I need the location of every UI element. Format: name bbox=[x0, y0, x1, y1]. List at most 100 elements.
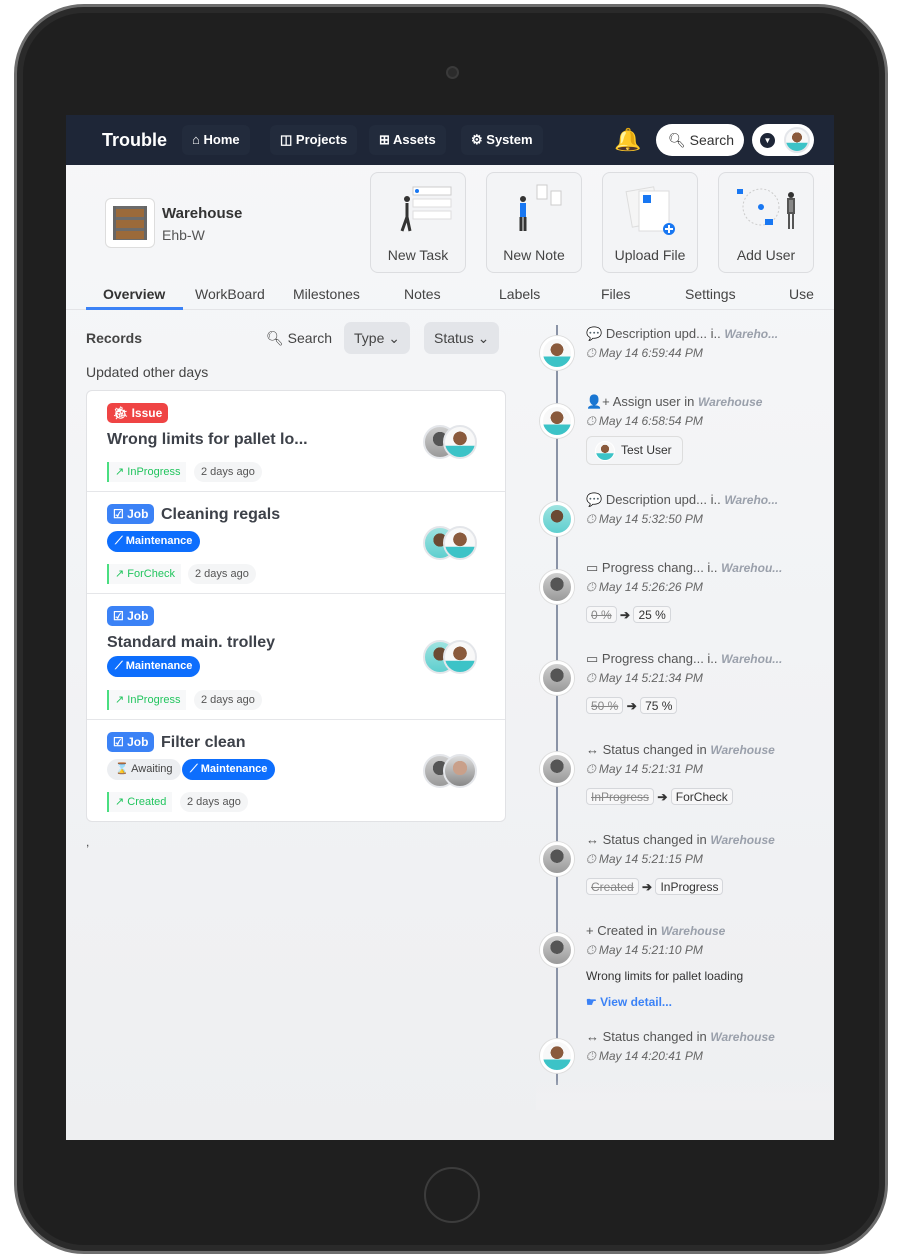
bell-icon[interactable]: 🔔 bbox=[614, 127, 641, 153]
avatar bbox=[443, 526, 477, 560]
tag-label: Maintenance bbox=[125, 535, 193, 547]
status-label: ForCheck bbox=[127, 568, 175, 580]
entry-project-link[interactable]: Wareho... bbox=[724, 493, 778, 507]
clock-icon: 🕓︎ bbox=[586, 671, 596, 685]
brand-logo[interactable]: Trouble bbox=[102, 130, 167, 151]
arrow-right-icon: ➔ bbox=[620, 608, 631, 622]
sitemap-icon: ⊞ bbox=[379, 132, 390, 147]
user-menu-button[interactable]: ▼ bbox=[752, 124, 814, 156]
nav-label: Projects bbox=[295, 132, 348, 147]
record-row[interactable]: ☑ Job Cleaning regals ⟋ Maintenance ↗ ForCh… bbox=[87, 492, 505, 594]
clock-icon: 🕓︎ bbox=[586, 852, 596, 866]
filter-label: Type bbox=[354, 330, 385, 346]
active-tab-indicator bbox=[86, 307, 183, 310]
record-title[interactable]: Standard main. trolley bbox=[107, 634, 275, 652]
upload-file-button[interactable]: Upload File bbox=[602, 172, 698, 273]
badge-label: Job bbox=[127, 507, 149, 521]
app-screen: Trouble ⌂ Home ◫ Projects ⊞ Assets ⚙ Sys… bbox=[66, 115, 834, 1140]
updated-time: 2 days ago bbox=[180, 792, 248, 812]
avatar bbox=[443, 640, 477, 674]
record-title[interactable]: Cleaning regals bbox=[161, 506, 280, 524]
avatar bbox=[540, 842, 574, 876]
tab-files[interactable]: Files bbox=[601, 286, 631, 302]
action-label: Upload File bbox=[614, 247, 686, 263]
record-title[interactable]: Wrong limits for pallet lo... bbox=[107, 431, 308, 449]
assignee-avatars bbox=[423, 425, 479, 459]
avatar bbox=[540, 1039, 574, 1073]
entry-title: 💬 Description upd... i.. Wareho... bbox=[586, 492, 778, 508]
entry-action: Created in bbox=[597, 923, 658, 938]
entry-time: 🕓︎ May 14 5:26:26 PM bbox=[586, 580, 703, 595]
bug-icon: 🐞︎ bbox=[113, 406, 129, 420]
record-row[interactable]: ☑ Job Standard main. trolley ⟋ Maintenance… bbox=[87, 594, 505, 720]
entry-action: Description upd... i.. bbox=[605, 492, 721, 507]
tab-notes[interactable]: Notes bbox=[404, 286, 441, 302]
add-user-button[interactable]: Add User bbox=[718, 172, 814, 273]
entry-project-link[interactable]: Warehouse bbox=[710, 1030, 774, 1044]
status-filter[interactable]: Status ⌄ bbox=[424, 322, 500, 354]
nav-label: System bbox=[486, 132, 533, 147]
entry-project-link[interactable]: Warehou... bbox=[721, 652, 782, 666]
add-user-illustration-icon bbox=[737, 188, 795, 229]
action-label: New Note bbox=[503, 247, 565, 263]
user-chip[interactable]: Test User bbox=[586, 436, 683, 465]
checkbox-icon: ☑ bbox=[113, 735, 124, 749]
entry-project-link[interactable]: Warehouse bbox=[661, 924, 725, 938]
entry-project-link[interactable]: Warehouse bbox=[710, 833, 774, 847]
tab-settings[interactable]: Settings bbox=[685, 286, 736, 302]
old-value: 0 % bbox=[586, 606, 617, 623]
checkbox-icon: ☑ bbox=[113, 609, 124, 623]
tab-labels[interactable]: Labels bbox=[499, 286, 540, 302]
home-hardware-button[interactable] bbox=[424, 1167, 480, 1223]
link-label: View detail... bbox=[600, 995, 672, 1009]
search-button[interactable]: 🔍︎ Search bbox=[656, 124, 744, 156]
record-title[interactable]: Filter clean bbox=[161, 734, 245, 752]
tag-label: Maintenance bbox=[200, 763, 268, 775]
issue-badge: 🐞︎ Issue bbox=[107, 403, 169, 423]
status-label: Created bbox=[127, 796, 167, 808]
nav-home[interactable]: ⌂ Home bbox=[182, 125, 250, 155]
new-task-button[interactable]: New Task bbox=[370, 172, 466, 273]
avatar bbox=[540, 570, 574, 604]
list-footer: , bbox=[86, 835, 90, 849]
tab-overview[interactable]: Overview bbox=[103, 286, 165, 302]
assignee-avatars bbox=[423, 640, 479, 674]
entry-action: Assign user in bbox=[612, 394, 695, 409]
new-note-button[interactable]: New Note bbox=[486, 172, 582, 273]
records-search-button[interactable]: 🔍︎ Search bbox=[266, 330, 332, 347]
home-icon: ⌂ bbox=[192, 132, 200, 147]
entry-project-link[interactable]: Warehouse bbox=[710, 743, 774, 757]
old-value: InProgress bbox=[586, 788, 655, 805]
status-indicator: ↗ ForCheck bbox=[107, 564, 181, 584]
view-detail-link[interactable]: ☛ View detail... bbox=[586, 995, 743, 1009]
search-label: Search bbox=[689, 132, 735, 148]
new-value: 75 % bbox=[640, 697, 678, 714]
tab-milestones[interactable]: Milestones bbox=[293, 286, 360, 302]
entry-project-link[interactable]: Wareho... bbox=[724, 327, 778, 341]
avatar bbox=[540, 336, 574, 370]
entry-project-link[interactable]: Warehou... bbox=[721, 561, 782, 575]
entry-project-link[interactable]: Warehouse bbox=[698, 395, 762, 409]
record-row[interactable]: 🐞︎ Issue Wrong limits for pallet lo... ↗ I… bbox=[87, 391, 505, 492]
nav-label: Assets bbox=[393, 132, 436, 147]
type-filter[interactable]: Type ⌄ bbox=[344, 322, 410, 354]
nav-assets[interactable]: ⊞ Assets bbox=[369, 125, 446, 155]
clock-icon: 🕓︎ bbox=[586, 346, 596, 360]
time-label: May 14 5:26:26 PM bbox=[598, 580, 703, 594]
timeline-fade bbox=[536, 1080, 834, 1110]
nav-system[interactable]: ⚙ System bbox=[461, 125, 543, 155]
entry-text: Wrong limits for pallet loading bbox=[586, 969, 744, 983]
record-row[interactable]: ☑ Job Filter clean ⌛ Awaiting ⟋ Maintenance… bbox=[87, 720, 505, 822]
time-label: May 14 6:58:54 PM bbox=[598, 414, 703, 428]
awaiting-tag: ⌛ Awaiting bbox=[107, 759, 181, 780]
group-heading: Updated other days bbox=[86, 364, 209, 380]
change-values: Created ➔ InProgress bbox=[586, 878, 724, 895]
search-icon: 🔍︎ bbox=[266, 330, 284, 346]
entry-title: ▭ Progress chang... i.. Warehou... bbox=[586, 560, 782, 576]
tab-workboard[interactable]: WorkBoard bbox=[195, 286, 265, 302]
change-values: 0 % ➔ 25 % bbox=[586, 606, 671, 623]
tab-users[interactable]: Users bbox=[789, 286, 814, 302]
progress-icon: ▭ bbox=[586, 560, 599, 575]
nav-projects[interactable]: ◫ Projects bbox=[270, 125, 358, 155]
entry-action: Status changed in bbox=[602, 742, 707, 757]
